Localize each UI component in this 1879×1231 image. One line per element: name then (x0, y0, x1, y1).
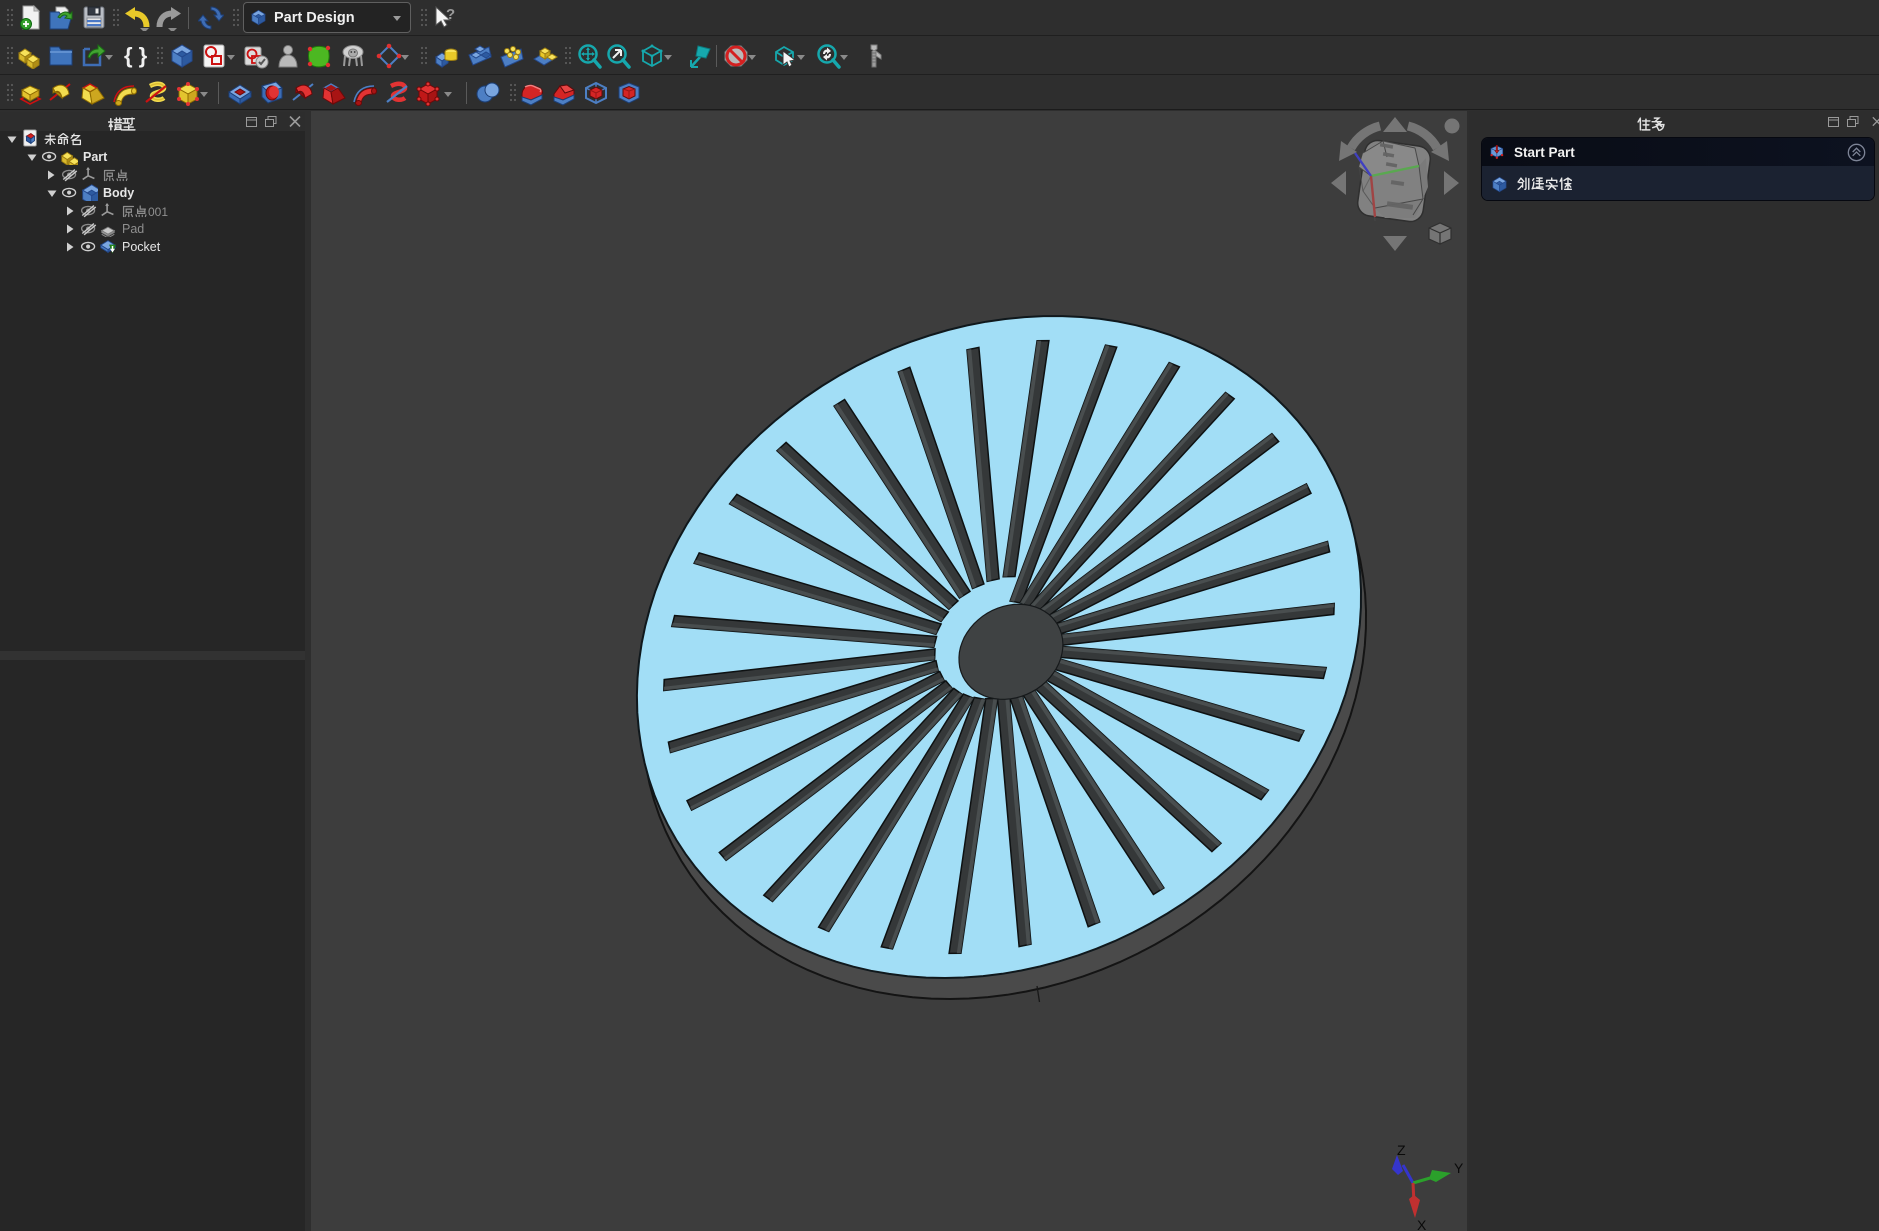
svg-text:X: X (1417, 1217, 1427, 1231)
svg-text:Z: Z (1397, 1142, 1406, 1158)
svg-text:Y: Y (1454, 1160, 1464, 1176)
svg-text:?: ? (446, 6, 455, 23)
svg-text:{ }: { } (124, 43, 148, 68)
